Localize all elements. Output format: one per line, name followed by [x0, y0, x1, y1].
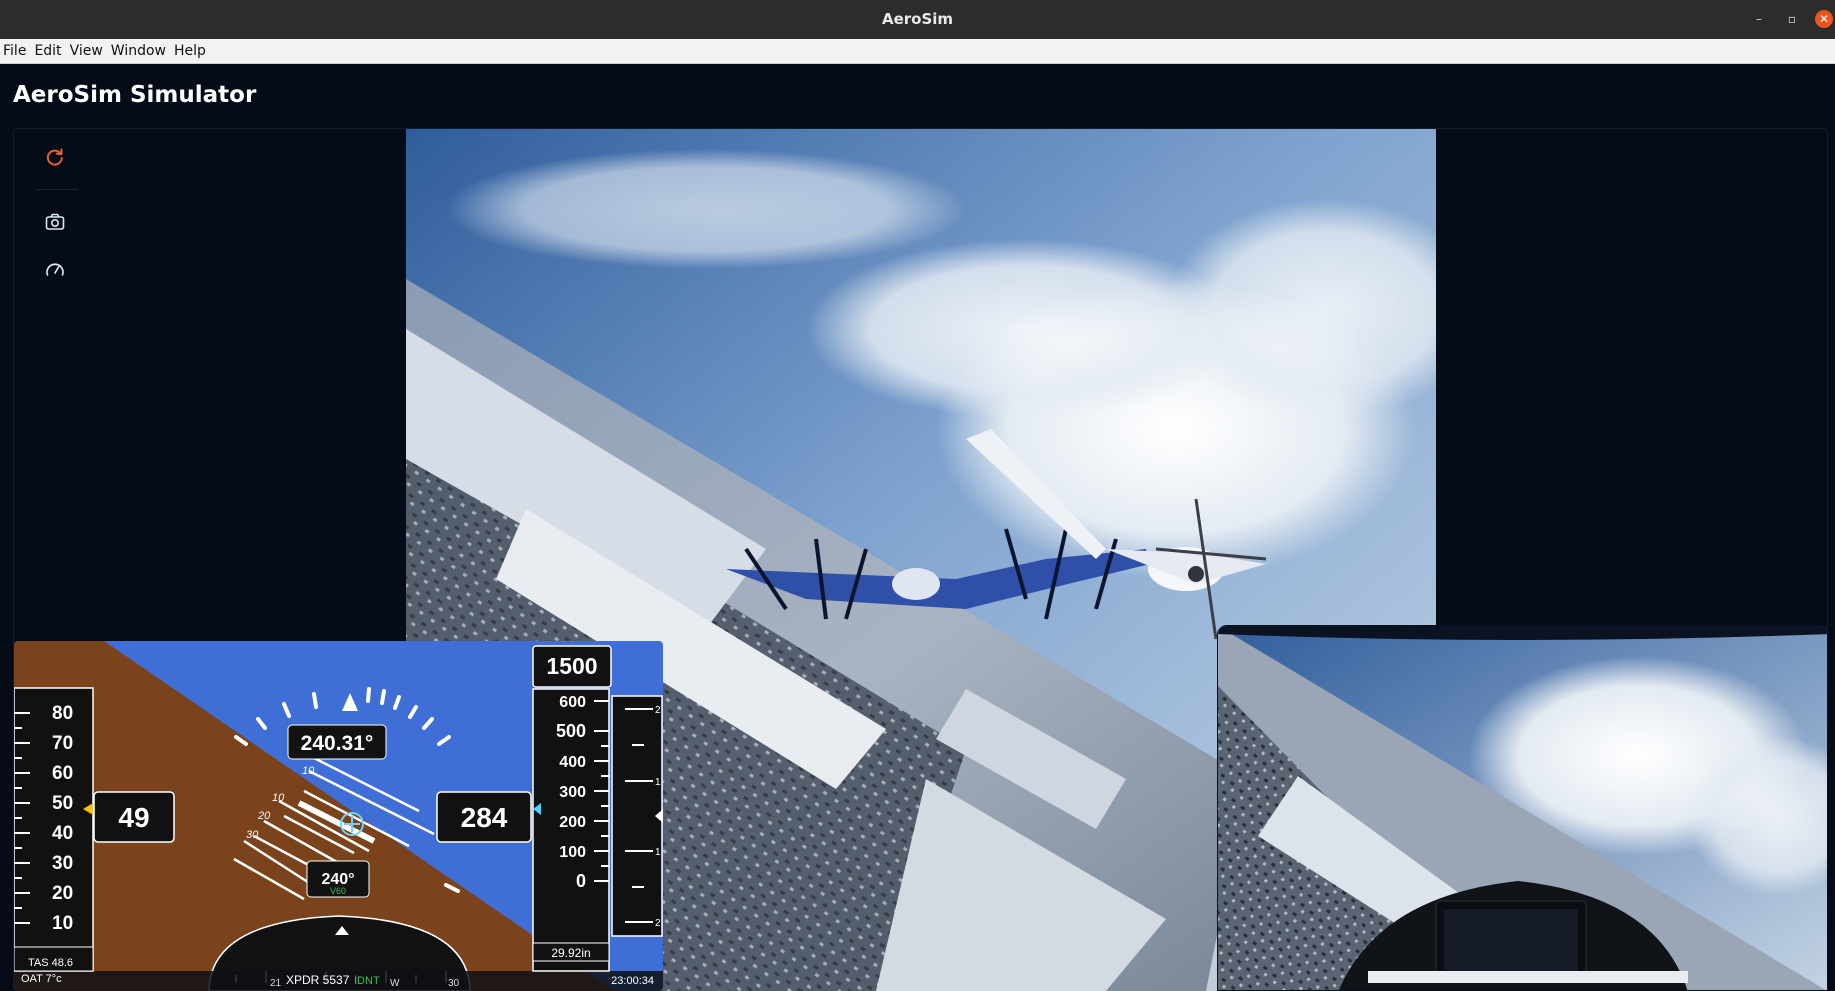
primary-flight-display: 10 10 20 30 240.31° 240° V60 21 XPDR 553…	[14, 641, 663, 991]
airspeed-tick: 20	[52, 883, 73, 904]
pitch-label: 20	[257, 810, 271, 822]
altitude-tick: 600	[559, 694, 586, 711]
altitude-tick: 100	[559, 844, 586, 861]
app-title: AeroSim Simulator	[13, 82, 257, 108]
vertical-speed-scale	[611, 695, 663, 937]
vsi-under-label: V60	[330, 886, 346, 896]
compass-label: 21	[270, 978, 282, 989]
oat-readout: OAT 7°c	[21, 973, 62, 985]
menu-bar: File Edit View Window Help	[0, 39, 1835, 64]
gauge-icon[interactable]	[41, 256, 69, 284]
vs-tick: 2	[655, 918, 661, 929]
compass-label: 30	[448, 978, 460, 989]
menu-window[interactable]: Window	[108, 39, 171, 59]
pitch-label: 10	[272, 792, 285, 804]
vs-tick: 2	[655, 705, 661, 716]
window-titlebar: AeroSim – ▫ ✕	[0, 0, 1835, 39]
pitch-label: 10	[302, 765, 315, 777]
airspeed-tick: 40	[52, 823, 73, 844]
airspeed-tick: 30	[52, 853, 73, 874]
pitch-label: 30	[246, 829, 259, 841]
airspeed-readout: 49	[118, 802, 149, 833]
airspeed-tick: 50	[52, 793, 73, 814]
ident-button[interactable]: IDNT	[354, 975, 380, 987]
altitude-tick: 500	[556, 721, 586, 741]
xpdr-readout[interactable]: XPDR 5537	[286, 973, 350, 987]
compass-label: W	[390, 978, 400, 989]
heading-readout: 240.31°	[301, 732, 374, 755]
selected-altitude: 1500	[546, 653, 597, 679]
altitude-tick: 300	[559, 784, 586, 801]
close-button[interactable]: ✕	[1815, 10, 1833, 28]
baro-setting: 29.92in	[551, 946, 590, 960]
sidebar-divider	[36, 189, 78, 190]
cockpit-render	[1218, 626, 1827, 990]
refresh-icon[interactable]	[41, 143, 69, 171]
airspeed-tick: 10	[52, 913, 73, 934]
camera-icon[interactable]	[41, 208, 69, 236]
tas-readout: TAS 48.6	[28, 957, 73, 969]
clock-readout: 23:00:34	[611, 975, 654, 987]
menu-help[interactable]: Help	[171, 39, 211, 59]
vs-tick: 1	[655, 847, 661, 858]
altitude-readout: 284	[461, 802, 508, 833]
minimize-button[interactable]: –	[1750, 10, 1768, 28]
cockpit-camera-view[interactable]	[1217, 625, 1828, 991]
menu-view[interactable]: View	[67, 39, 108, 59]
altitude-tick: 400	[559, 754, 586, 771]
maximize-button[interactable]: ▫	[1783, 10, 1801, 28]
altitude-tick: 0	[576, 871, 586, 891]
window-title: AeroSim	[881, 10, 954, 28]
airspeed-tick: 70	[52, 733, 73, 754]
airspeed-tick: 80	[52, 703, 73, 724]
menu-edit[interactable]: Edit	[31, 39, 66, 59]
vs-tick: 1	[655, 777, 661, 788]
airspeed-tick: 60	[52, 763, 73, 784]
menu-file[interactable]: File	[0, 39, 31, 59]
altitude-tick: 200	[559, 814, 586, 831]
